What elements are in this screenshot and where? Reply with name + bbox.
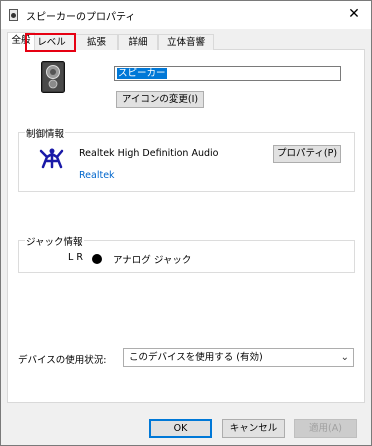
- change-icon-button[interactable]: アイコンの変更(I): [116, 91, 204, 108]
- jack-channels: L R: [68, 252, 83, 263]
- device-usage-value: このデバイスを使用する (有効): [129, 352, 263, 363]
- tab-advanced[interactable]: 詳細: [118, 34, 158, 50]
- jack-info-label: ジャック情報: [25, 234, 84, 248]
- tab-enhancements[interactable]: 拡張: [75, 34, 118, 50]
- device-usage-dropdown[interactable]: このデバイスを使用する (有効) ⌄: [123, 348, 354, 367]
- controller-name: Realtek High Definition Audio: [79, 148, 219, 159]
- realtek-logo-icon: [39, 148, 64, 169]
- ok-button[interactable]: OK: [149, 419, 212, 438]
- jack-color-icon: [92, 254, 102, 264]
- tab-spatial-sound[interactable]: 立体音響: [158, 34, 214, 50]
- speaker-icon: [9, 9, 18, 21]
- cancel-button[interactable]: キャンセル: [222, 419, 285, 438]
- chevron-down-icon: ⌄: [340, 352, 349, 363]
- levels-tab-highlight: [25, 33, 76, 52]
- device-usage-label: デバイスの使用状況:: [18, 355, 107, 366]
- window-title: スピーカーのプロパティ: [26, 12, 136, 23]
- controller-properties-button[interactable]: プロパティ(P): [273, 145, 341, 163]
- close-button[interactable]: ✕: [341, 2, 367, 26]
- properties-window: スピーカーのプロパティ ✕ 全般 レベル 拡張 詳細 立体音響 スピーカー アイ…: [0, 0, 372, 446]
- device-name-field[interactable]: スピーカー: [114, 66, 341, 81]
- controller-info-label: 制御情報: [25, 126, 66, 140]
- jack-type: アナログ ジャック: [113, 255, 192, 266]
- vendor-link[interactable]: Realtek: [79, 170, 115, 181]
- apply-button[interactable]: 適用(A): [294, 419, 357, 438]
- title-bar[interactable]: スピーカーのプロパティ ✕: [1, 1, 371, 29]
- speaker-device-icon: [41, 61, 65, 93]
